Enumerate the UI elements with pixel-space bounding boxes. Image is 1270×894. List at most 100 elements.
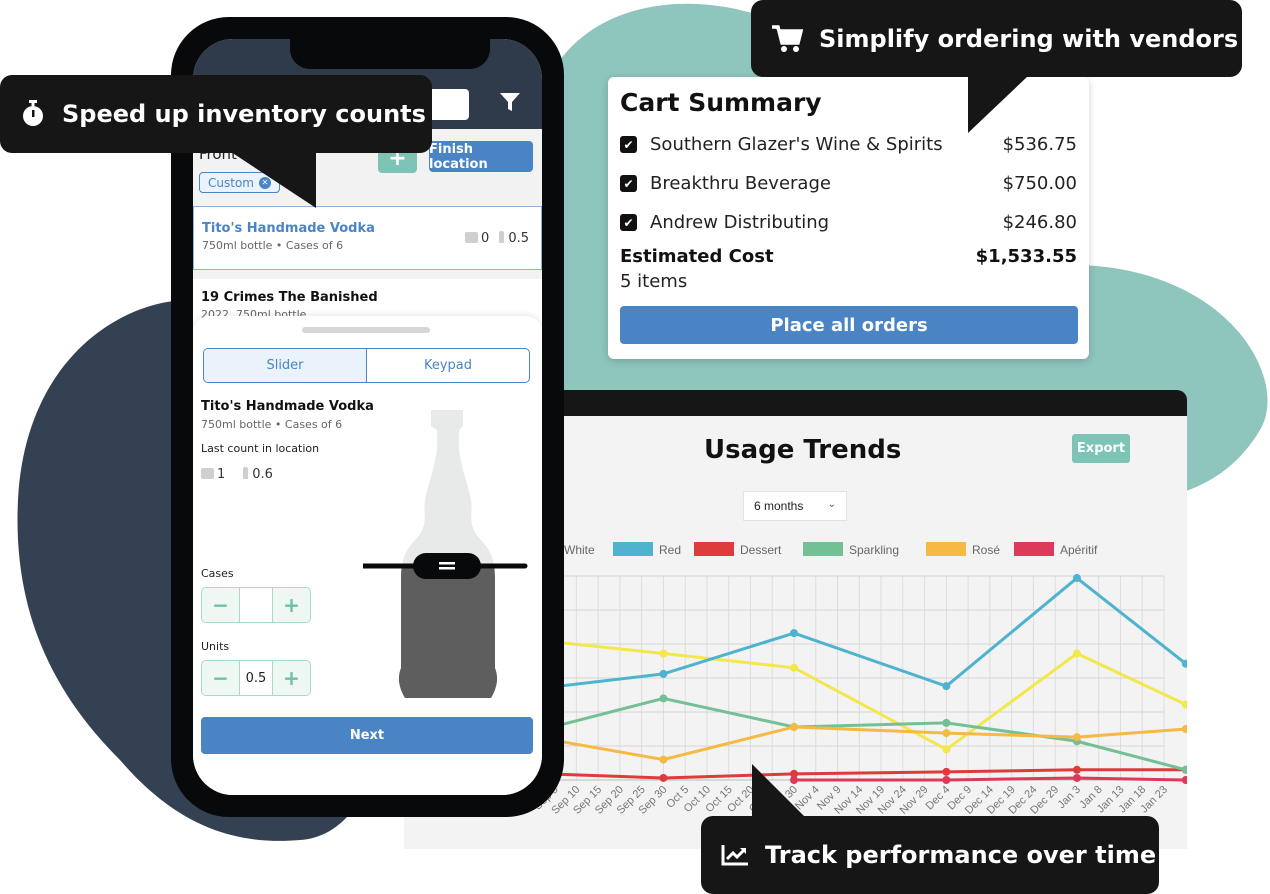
callout-inventory-text: Speed up inventory counts — [62, 100, 426, 128]
data-point — [790, 722, 798, 731]
last-counts: 1 0.6 — [201, 467, 273, 482]
slider-handle — [413, 553, 481, 579]
units-stepper: − 0.5 + — [201, 660, 311, 696]
cases-stepper: − + — [201, 587, 311, 623]
data-point — [942, 718, 951, 727]
bottle-liquid-fill — [398, 568, 498, 698]
x-tick-label: Jan 3 — [1056, 784, 1084, 812]
chevron-down-icon: ⌄ — [827, 499, 836, 510]
data-point — [659, 755, 668, 764]
callout-ordering-text: Simplify ordering with vendors — [819, 24, 1239, 53]
data-point — [790, 629, 798, 638]
data-point — [1072, 765, 1081, 774]
data-point — [942, 682, 951, 691]
sheet-item-sub: 750ml bottle • Cases of 6 — [201, 418, 343, 431]
vendor-price: $536.75 — [1002, 134, 1077, 155]
item-name: 19 Crimes The Banished — [201, 290, 378, 305]
last-count-label: Last count in location — [201, 442, 320, 455]
units-increment-button[interactable]: + — [273, 661, 310, 695]
data-point — [659, 669, 668, 678]
legend-swatch — [926, 542, 966, 556]
list-item[interactable]: Tito's Handmade Vodka 750ml bottle • Cas… — [193, 206, 542, 270]
estimated-cost-value: $1,533.55 — [975, 246, 1077, 267]
item-counts: 0 0.5 — [465, 231, 529, 246]
data-point — [1181, 765, 1187, 774]
vendor-checkbox[interactable]: ✔ — [620, 136, 637, 153]
filter-icon[interactable] — [499, 91, 521, 113]
range-select-value: 6 months — [754, 499, 804, 513]
vendor-row: ✔ Andrew Distributing $246.80 — [620, 203, 1077, 242]
case-icon — [201, 468, 214, 479]
next-button[interactable]: Next — [201, 717, 533, 754]
callout-performance-tail — [752, 764, 807, 819]
case-count: 0 — [481, 231, 490, 246]
vendor-row: ✔ Breakthru Beverage $750.00 — [620, 164, 1077, 203]
legend-label: Dessert — [740, 543, 782, 557]
last-unit-count: 0.6 — [252, 467, 273, 482]
data-point — [1072, 773, 1081, 782]
grip-icon — [439, 567, 455, 570]
data-point — [659, 694, 668, 703]
export-button[interactable]: Export — [1072, 434, 1130, 463]
cases-increment-button[interactable]: + — [273, 588, 310, 622]
last-case-count: 1 — [217, 467, 226, 482]
cases-input[interactable] — [239, 588, 273, 622]
items-count: 5 items — [620, 271, 688, 292]
x-tick-label: Dec 4 — [924, 784, 953, 813]
vendor-price: $750.00 — [1002, 173, 1077, 194]
cases-decrement-button[interactable]: − — [202, 588, 239, 622]
data-point — [1181, 725, 1187, 733]
trends-title: Usage Trends — [704, 435, 902, 465]
input-mode-toggle: Slider Keypad — [203, 348, 530, 383]
unit-count: 0.5 — [508, 231, 529, 246]
sheet-item-name: Tito's Handmade Vodka — [201, 399, 374, 414]
place-all-orders-button[interactable]: Place all orders — [620, 306, 1078, 344]
cases-label: Cases — [201, 567, 234, 580]
bottle-icon — [243, 467, 249, 479]
legend-label: Sparkling — [849, 543, 899, 557]
chart-line-icon — [721, 843, 749, 867]
units-decrement-button[interactable]: − — [202, 661, 239, 695]
vendor-checkbox[interactable]: ✔ — [620, 175, 637, 192]
cart-icon — [771, 24, 803, 53]
range-select[interactable]: 6 months ⌄ — [743, 491, 847, 521]
legend-swatch — [803, 542, 843, 556]
legend-label: Red — [659, 543, 681, 557]
item-name: Tito's Handmade Vodka — [202, 221, 375, 236]
grip-icon — [439, 562, 455, 565]
finish-location-button[interactable]: Finish location — [429, 141, 533, 172]
callout-inventory-tail — [228, 150, 316, 208]
callout-inventory: Speed up inventory counts — [0, 75, 432, 153]
legend-label: Apéritif — [1060, 543, 1098, 557]
phone-notch — [290, 39, 490, 69]
data-point — [659, 649, 668, 658]
vendor-name: Breakthru Beverage — [650, 173, 831, 194]
item-sub: 750ml bottle • Cases of 6 — [202, 239, 344, 252]
tab-keypad[interactable]: Keypad — [367, 349, 529, 382]
stopwatch-icon — [20, 100, 46, 128]
vendor-name: Southern Glazer's Wine & Spirits — [650, 134, 943, 155]
bottle-fill-slider[interactable] — [363, 408, 533, 708]
callout-ordering: Simplify ordering with vendors — [751, 0, 1242, 77]
tab-slider[interactable]: Slider — [204, 349, 367, 382]
estimated-cost-label: Estimated Cost — [620, 246, 774, 267]
vendor-checkbox[interactable]: ✔ — [620, 214, 637, 231]
sheet-grabber[interactable] — [302, 327, 430, 333]
units-label: Units — [201, 640, 230, 653]
data-point — [1072, 649, 1081, 658]
legend-label: Rosé — [972, 543, 1000, 557]
case-icon — [465, 232, 479, 243]
units-input[interactable]: 0.5 — [239, 661, 273, 695]
data-point — [942, 767, 951, 776]
legend-swatch — [1014, 542, 1054, 556]
legend-label: White — [564, 543, 595, 557]
data-point — [1072, 574, 1081, 583]
data-point — [790, 663, 798, 672]
callout-performance-text: Track performance over time — [765, 841, 1157, 869]
legend-swatch — [694, 542, 734, 556]
estimated-cost-row: Estimated Cost $1,533.55 — [620, 246, 1077, 267]
callout-ordering-tail — [968, 76, 1028, 133]
bottle-icon — [499, 231, 505, 243]
callout-performance: Track performance over time — [701, 816, 1159, 894]
data-point — [942, 729, 951, 738]
